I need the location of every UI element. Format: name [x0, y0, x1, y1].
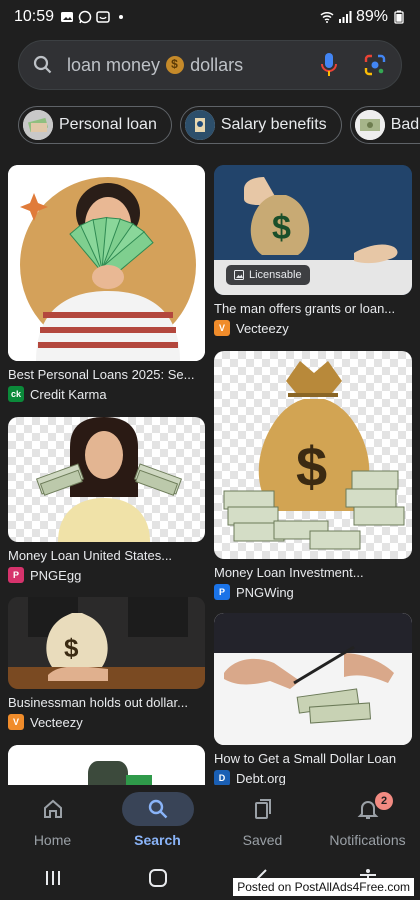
result-image[interactable]: [8, 417, 205, 542]
result-title[interactable]: Money Loan United States...: [8, 548, 205, 563]
result-card[interactable]: $ Businessman holds out dollar... V Vect…: [8, 597, 205, 730]
status-notification-icons: [60, 10, 128, 24]
microphone-icon[interactable]: [319, 52, 339, 78]
status-time: 10:59: [14, 8, 55, 25]
result-source-name: Vecteezy: [236, 320, 289, 336]
result-image[interactable]: $ Licensable: [214, 165, 412, 295]
chip-thumbnail: [184, 110, 215, 140]
pngwing-favicon-icon: P: [214, 584, 230, 600]
result-card[interactable]: $ Money Loan Investment... P PNGWing: [214, 351, 412, 600]
svg-text:$: $: [296, 435, 327, 498]
result-title[interactable]: Best Personal Loans 2025: Se...: [8, 367, 205, 382]
nav-search-label: Search: [134, 832, 181, 848]
result-image[interactable]: [8, 745, 205, 785]
result-source[interactable]: ck Credit Karma: [8, 386, 205, 402]
nav-saved[interactable]: Saved: [210, 792, 315, 848]
result-source[interactable]: P PNGWing: [214, 584, 412, 600]
search-query-text: loan money: [67, 54, 161, 75]
chip-thumbnail: [23, 110, 53, 140]
result-source[interactable]: V Vecteezy: [8, 714, 205, 730]
signal-icon: [338, 11, 352, 23]
result-source-name: PNGEgg: [30, 567, 82, 583]
vecteezy-favicon-icon: V: [214, 320, 230, 336]
result-source-name: PNGWing: [236, 584, 294, 600]
status-right: 89%: [320, 8, 406, 26]
debt-org-favicon-icon: D: [214, 770, 230, 785]
result-card[interactable]: How to Get a Small Dollar Loan D Debt.or…: [214, 613, 412, 785]
svg-text:$: $: [272, 209, 291, 247]
nav-home-label: Home: [33, 832, 72, 848]
chip-salary-benefits[interactable]: Salary benefits: [179, 106, 342, 144]
result-card[interactable]: [8, 745, 205, 785]
licensable-badge: Licensable: [226, 265, 310, 285]
whatsapp-icon: [78, 10, 92, 24]
chip-label: Personal loan: [59, 116, 157, 133]
result-source[interactable]: D Debt.org: [214, 770, 412, 785]
image-results-grid: Best Personal Loans 2025: Se... ck Credi…: [8, 165, 412, 785]
chip-label: Bad c: [390, 116, 420, 133]
result-image[interactable]: $: [8, 597, 205, 689]
nav-home[interactable]: Home: [0, 792, 105, 848]
battery-percent: 89%: [355, 8, 388, 25]
result-title[interactable]: How to Get a Small Dollar Loan: [214, 751, 412, 766]
result-title[interactable]: Money Loan Investment...: [214, 565, 412, 580]
chip-bad-credit[interactable]: Bad c: [349, 106, 420, 144]
bottom-navigation: Home Search Saved 2 Notifications: [0, 786, 420, 856]
google-lens-icon[interactable]: [363, 53, 387, 77]
nav-notifications[interactable]: 2 Notifications: [315, 792, 420, 848]
chip-thumbnail: [354, 110, 385, 140]
dot-icon: [119, 15, 124, 19]
home-button-icon[interactable]: [147, 867, 169, 889]
nav-notifications-label: Notifications: [329, 832, 406, 848]
chat-icon: [96, 11, 110, 23]
recent-apps-icon[interactable]: [42, 868, 64, 888]
home-icon: [43, 799, 62, 818]
result-source[interactable]: V Vecteezy: [214, 320, 412, 336]
search-icon: [148, 799, 167, 819]
nav-saved-label: Saved: [242, 832, 283, 848]
search-input[interactable]: loan money dollars: [18, 40, 402, 90]
search-query: loan money dollars: [67, 55, 243, 76]
search-query-suffix: dollars: [190, 54, 244, 75]
credit-karma-favicon-icon: ck: [8, 386, 24, 402]
money-bag-icon: [166, 56, 185, 74]
result-image[interactable]: [8, 165, 205, 361]
result-source-name: Debt.org: [236, 770, 286, 786]
gallery-icon: [61, 12, 74, 22]
result-card[interactable]: Best Personal Loans 2025: Se... ck Credi…: [8, 165, 205, 402]
result-title[interactable]: The man offers grants or loan...: [214, 301, 412, 316]
search-icon: [33, 55, 52, 74]
chip-personal-loan[interactable]: Personal loan: [18, 106, 172, 144]
result-source-name: Vecteezy: [30, 714, 83, 730]
result-source-name: Credit Karma: [30, 386, 107, 402]
result-card[interactable]: $ Licensable The man offers grants or lo…: [214, 165, 412, 336]
nav-search[interactable]: Search: [105, 792, 210, 848]
result-title[interactable]: Businessman holds out dollar...: [8, 695, 205, 710]
watermark: Posted on PostAllAds4Free.com: [233, 878, 414, 896]
result-card[interactable]: Money Loan United States... P PNGEgg: [8, 417, 205, 583]
result-image[interactable]: [214, 613, 412, 745]
result-source[interactable]: P PNGEgg: [8, 567, 205, 583]
notifications-badge: 2: [375, 792, 393, 810]
svg-text:$: $: [64, 633, 79, 663]
status-bar: 10:59 89%: [0, 0, 420, 34]
battery-icon: [394, 10, 404, 24]
result-image[interactable]: $: [214, 351, 412, 559]
vecteezy-favicon-icon: V: [8, 714, 24, 730]
filter-chips: Personal loan Salary benefits Bad c: [18, 106, 420, 144]
image-icon: [234, 270, 244, 280]
wifi-icon: [320, 11, 334, 23]
chip-label: Salary benefits: [220, 116, 327, 133]
pngegg-favicon-icon: P: [8, 567, 24, 583]
saved-icon: [254, 799, 271, 819]
